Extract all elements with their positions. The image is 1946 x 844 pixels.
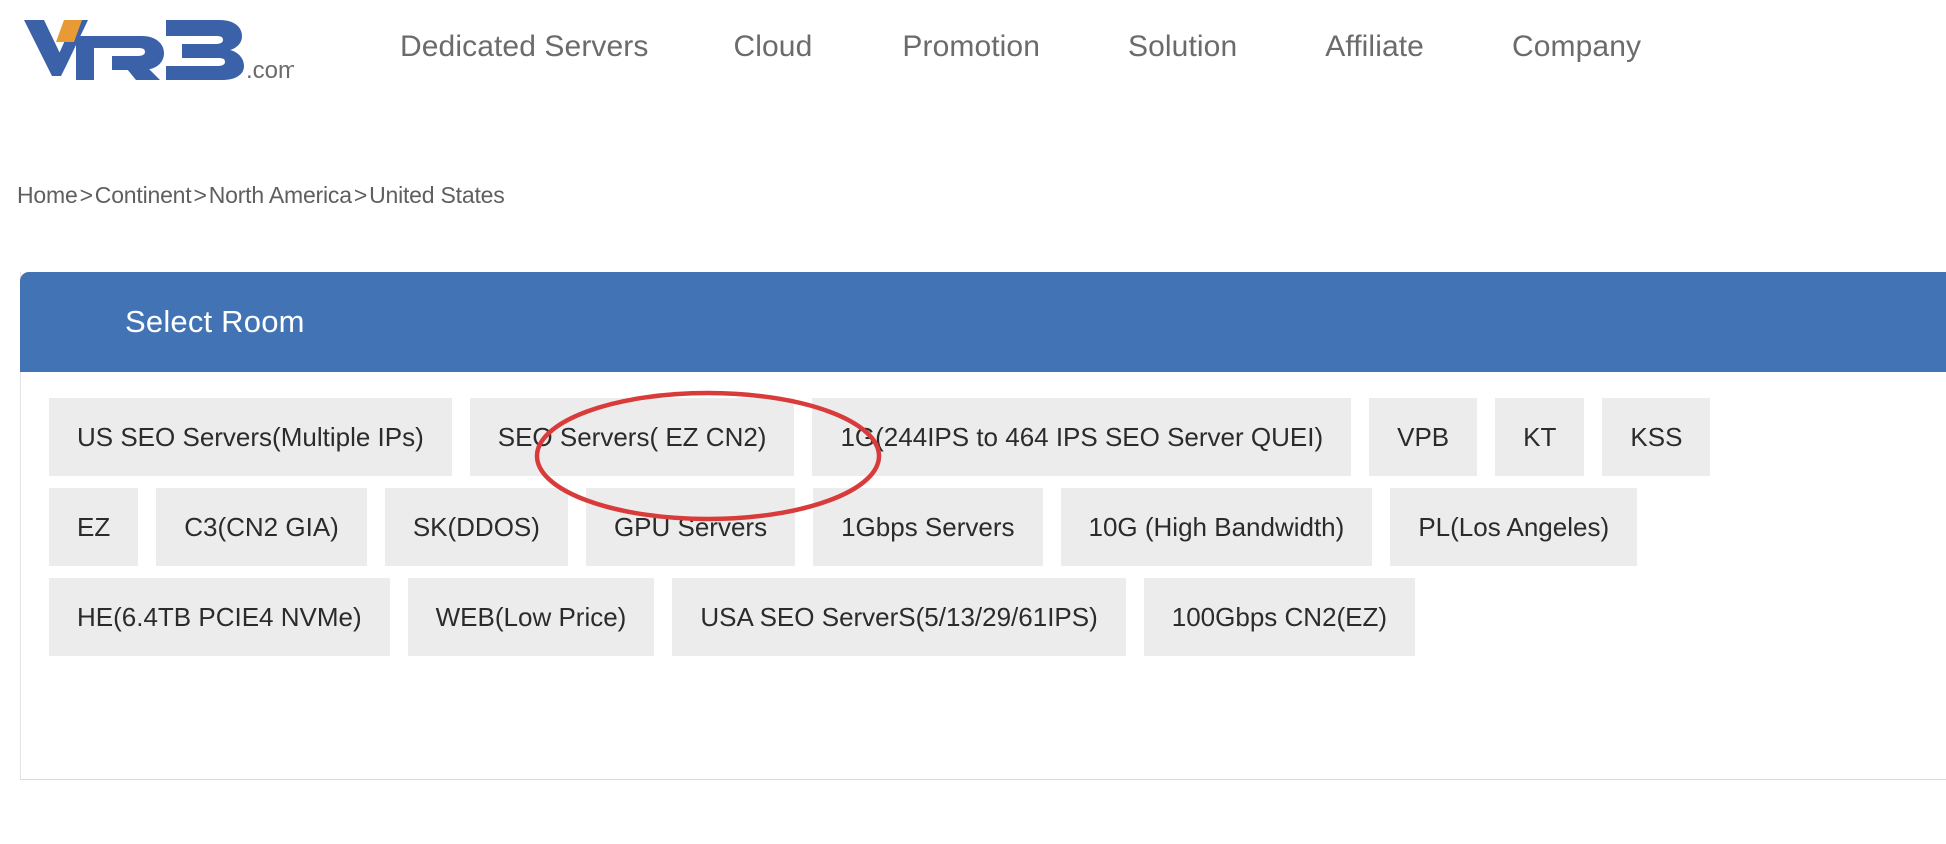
breadcrumb-item-united-states[interactable]: United States [369, 182, 505, 208]
room-tag-kt[interactable]: KT [1495, 398, 1585, 476]
room-tag-us-seo-servers-multiple-ips[interactable]: US SEO Servers(Multiple IPs) [49, 398, 452, 476]
tag-row: US SEO Servers(Multiple IPs) SEO Servers… [49, 398, 1946, 476]
site-header: .com Dedicated Servers Cloud Promotion S… [0, 0, 1946, 110]
breadcrumb-separator: > [353, 182, 368, 208]
room-tag-web-low-price[interactable]: WEB(Low Price) [407, 578, 655, 656]
room-tag-gpu-servers[interactable]: GPU Servers [585, 488, 796, 566]
tag-row: HE(6.4TB PCIE4 NVMe) WEB(Low Price) USA … [49, 578, 1946, 656]
nav-item-affiliate[interactable]: Affiliate [1325, 30, 1424, 64]
nav-item-promotion[interactable]: Promotion [902, 30, 1040, 64]
select-room-panel: Select Room US SEO Servers(Multiple IPs)… [20, 272, 1946, 780]
panel-title: Select Room [125, 304, 305, 339]
breadcrumb-item-home[interactable]: Home [17, 182, 78, 208]
room-tag-100gbps-cn2-ez[interactable]: 100Gbps CN2(EZ) [1143, 578, 1416, 656]
svg-text:.com: .com [246, 57, 294, 84]
room-tag-seo-servers-ez-cn2[interactable]: SEO Servers( EZ CN2) [469, 398, 795, 476]
room-tag-pl-los-angeles[interactable]: PL(Los Angeles) [1390, 488, 1638, 566]
nav-item-company[interactable]: Company [1512, 30, 1641, 64]
room-tag-sk-ddos[interactable]: SK(DDOS) [384, 488, 568, 566]
room-tag-kss[interactable]: KSS [1602, 398, 1711, 476]
site-logo[interactable]: .com [14, 8, 298, 86]
main-navigation: Dedicated Servers Cloud Promotion Soluti… [400, 30, 1641, 64]
breadcrumb-separator: > [193, 182, 207, 208]
room-tag-10g-high-bandwidth[interactable]: 10G (High Bandwidth) [1060, 488, 1373, 566]
breadcrumb-separator: > [79, 182, 93, 208]
room-tag-c3-cn2-gia[interactable]: C3(CN2 GIA) [156, 488, 367, 566]
room-tag-he-6-4tb-pcie4-nvme[interactable]: HE(6.4TB PCIE4 NVMe) [49, 578, 390, 656]
nav-item-solution[interactable]: Solution [1128, 30, 1237, 64]
nav-item-cloud[interactable]: Cloud [733, 30, 812, 64]
room-tag-usa-seo-servers-5-13-29-61ips[interactable]: USA SEO ServerS(5/13/29/61IPS) [672, 578, 1126, 656]
room-tag-ez[interactable]: EZ [49, 488, 139, 566]
nav-item-dedicated-servers[interactable]: Dedicated Servers [400, 30, 648, 64]
room-tag-1gbps-servers[interactable]: 1Gbps Servers [813, 488, 1043, 566]
tag-row: EZ C3(CN2 GIA) SK(DDOS) GPU Servers 1Gbp… [49, 488, 1946, 566]
breadcrumb-item-north-america[interactable]: North America [209, 182, 352, 208]
breadcrumb: Home>Continent>North America>United Stat… [17, 182, 505, 209]
room-tag-vpb[interactable]: VPB [1369, 398, 1478, 476]
room-tag-list: US SEO Servers(Multiple IPs) SEO Servers… [21, 372, 1946, 779]
breadcrumb-item-continent[interactable]: Continent [95, 182, 192, 208]
room-tag-1g-244ips-to-464ips-seo-server-quei[interactable]: 1G(244IPS to 464 IPS SEO Server QUEI) [812, 398, 1352, 476]
vpb-logo-icon: .com [24, 20, 298, 84]
select-room-header: Select Room [20, 272, 1946, 372]
